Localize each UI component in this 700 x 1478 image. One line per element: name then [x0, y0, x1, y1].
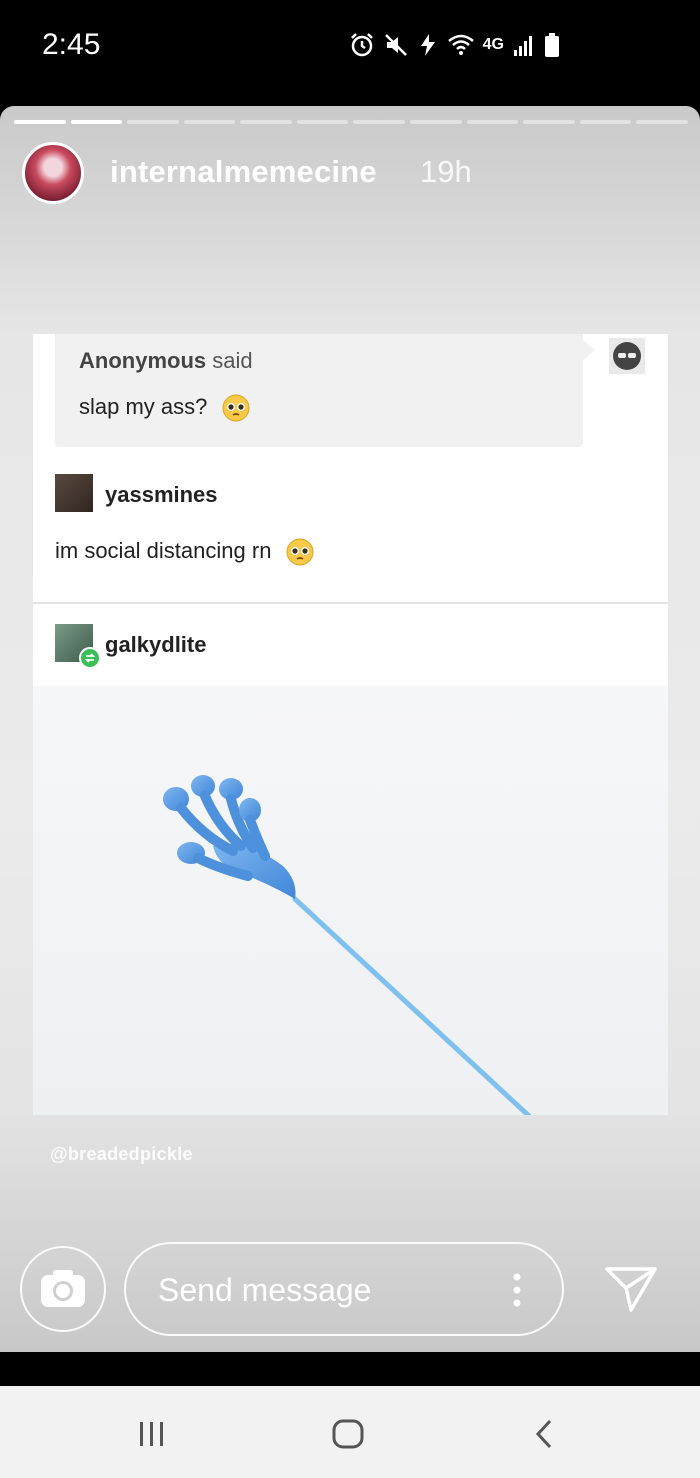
- progress-segment: [14, 120, 66, 124]
- ask-question-text: slap my ass?: [79, 394, 208, 419]
- send-message-input[interactable]: Send message: [124, 1242, 564, 1336]
- progress-segment: [127, 120, 179, 124]
- asker-said: said: [212, 348, 253, 373]
- progress-segment: [579, 120, 632, 124]
- shared-post: Anonymous said slap my ass? yassmines im…: [33, 334, 668, 1115]
- navigation-bar: [0, 1386, 700, 1478]
- wifi-icon: [447, 34, 474, 55]
- pleading-face-icon: [286, 538, 314, 566]
- pleading-face-icon: [222, 394, 250, 422]
- progress-segment: [183, 120, 236, 124]
- more-options-icon[interactable]: [512, 1272, 522, 1308]
- status-icons: 4G: [349, 28, 560, 62]
- asker-name: Anonymous: [79, 348, 207, 373]
- send-icon[interactable]: [604, 1264, 658, 1314]
- reply-message-text: im social distancing rn: [55, 538, 272, 563]
- data-saver-icon: [420, 34, 435, 56]
- progress-segment: [636, 120, 688, 124]
- progress-segment: [466, 120, 519, 124]
- progress-segment: [523, 120, 575, 124]
- back-button[interactable]: [528, 1416, 564, 1452]
- home-button[interactable]: [330, 1416, 366, 1452]
- ask-box: Anonymous said slap my ass?: [55, 334, 595, 447]
- sticky-hand-image: [33, 686, 668, 1115]
- mute-icon: [384, 34, 407, 56]
- ask-question: slap my ass?: [79, 394, 250, 422]
- reply-user-avatar: [55, 474, 93, 512]
- progress-segment: [240, 120, 292, 124]
- progress-segment: [296, 120, 349, 124]
- progress-segment: [410, 120, 462, 124]
- camera-button[interactable]: [20, 1246, 106, 1332]
- story-username[interactable]: internalmemecine: [110, 154, 377, 190]
- reply-message: im social distancing rn: [55, 538, 314, 566]
- watermark: @breadedpickle: [50, 1144, 193, 1164]
- progress-segment: [353, 120, 406, 124]
- reblog-icon: [79, 647, 101, 669]
- story-time-ago: 19h: [420, 154, 472, 189]
- battery-icon: [545, 33, 559, 57]
- story-viewer[interactable]: internalmemecine 19h Anonymous said slap…: [0, 106, 700, 1352]
- camera-icon: [41, 1270, 85, 1307]
- recent-apps-button[interactable]: [134, 1416, 170, 1452]
- anonymous-icon: [609, 338, 645, 374]
- send-message-placeholder: Send message: [158, 1272, 372, 1308]
- profile-avatar[interactable]: [22, 142, 84, 204]
- reblog-username: galkydlite: [105, 632, 207, 657]
- reply-username: yassmines: [105, 482, 218, 507]
- story-progress: [14, 120, 688, 124]
- network-type: 4G: [482, 36, 504, 53]
- post-divider: [33, 602, 668, 604]
- alarm-icon: [350, 33, 373, 57]
- status-bar: 2:45 4G: [0, 0, 700, 92]
- asker-line: Anonymous said: [79, 348, 253, 374]
- status-time: 2:45: [42, 28, 101, 61]
- progress-segment: [70, 120, 123, 124]
- signal-icon: [514, 36, 532, 56]
